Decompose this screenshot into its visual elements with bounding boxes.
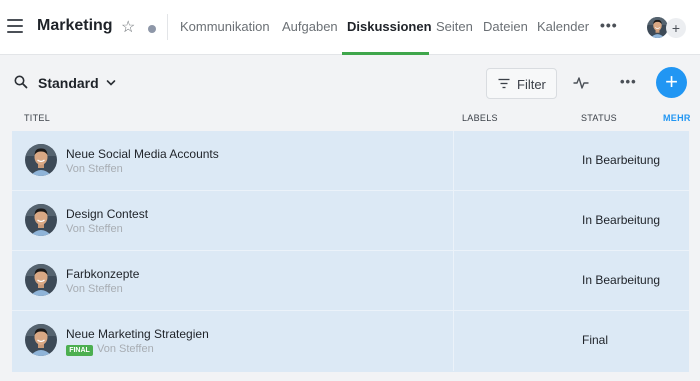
filter-button[interactable]: Filter [486,68,557,99]
table-row[interactable]: Neue Marketing Strategien FINAL Von Stef… [12,311,689,371]
filter-label: Filter [517,77,546,92]
row-title[interactable]: Farbkonzepte [66,267,139,281]
discussion-table: Neue Social Media Accounts Von Steffen I… [12,131,689,372]
avatar [25,204,57,236]
row-author: Von Steffen [66,163,123,175]
cell-divider [453,311,454,371]
menu-icon[interactable] [7,19,23,35]
row-author: Von Steffen [66,223,123,235]
table-row[interactable]: Neue Social Media Accounts Von Steffen I… [12,131,689,191]
avatar [25,264,57,296]
avatar[interactable] [647,17,668,38]
tab-aufgaben[interactable]: Aufgaben [282,19,338,34]
row-title[interactable]: Neue Social Media Accounts [66,147,219,161]
cell-divider [453,131,454,191]
table-row[interactable]: Farbkonzepte Von Steffen In Bearbeitung [12,251,689,311]
row-status[interactable]: In Bearbeitung [582,273,660,287]
activity-icon[interactable] [573,76,589,90]
row-title[interactable]: Design Contest [66,207,148,221]
add-member-button[interactable]: + [666,18,686,38]
row-title[interactable]: Neue Marketing Strategien [66,327,209,341]
avatar [25,144,57,176]
tab-diskussionen[interactable]: Diskussionen [347,19,432,34]
search-icon[interactable] [14,75,28,89]
status-dot [148,25,156,33]
table-row[interactable]: Design Contest Von Steffen In Bearbeitun… [12,191,689,251]
tab-seiten[interactable]: Seiten [436,19,473,34]
top-bar: Marketing ☆ Kommunikation Aufgaben Disku… [0,0,700,55]
tab-dateien[interactable]: Dateien [483,19,528,34]
more-columns-link[interactable]: MEHR [663,113,691,123]
avatar-image [25,324,57,356]
cell-divider [453,191,454,251]
row-status[interactable]: In Bearbeitung [582,213,660,227]
more-options-button[interactable]: ••• [620,74,637,89]
column-header-title[interactable]: TITEL [24,113,50,123]
avatar-image [25,264,57,296]
avatar-image [647,17,668,38]
column-header-status[interactable]: STATUS [581,113,617,123]
row-author: Von Steffen [66,283,123,295]
avatar-image [25,204,57,236]
avatar-image [25,144,57,176]
tab-kommunikation[interactable]: Kommunikation [180,19,270,34]
filter-icon [498,78,510,89]
header-divider [167,14,168,40]
row-status[interactable]: Final [582,333,608,347]
avatar [25,324,57,356]
status-badge: FINAL [66,345,93,356]
tab-kalender[interactable]: Kalender [537,19,589,34]
add-discussion-button[interactable]: + [656,67,687,98]
more-tabs-button[interactable]: ••• [600,17,618,33]
chevron-down-icon[interactable] [106,78,116,88]
star-icon[interactable]: ☆ [121,18,135,38]
cell-divider [453,251,454,311]
page-title: Marketing [37,17,113,34]
active-tab-indicator [342,52,429,55]
row-status[interactable]: In Bearbeitung [582,153,660,167]
column-header-labels[interactable]: LABELS [462,113,498,123]
row-author: Von Steffen [97,343,154,355]
view-select[interactable]: Standard [38,75,99,91]
